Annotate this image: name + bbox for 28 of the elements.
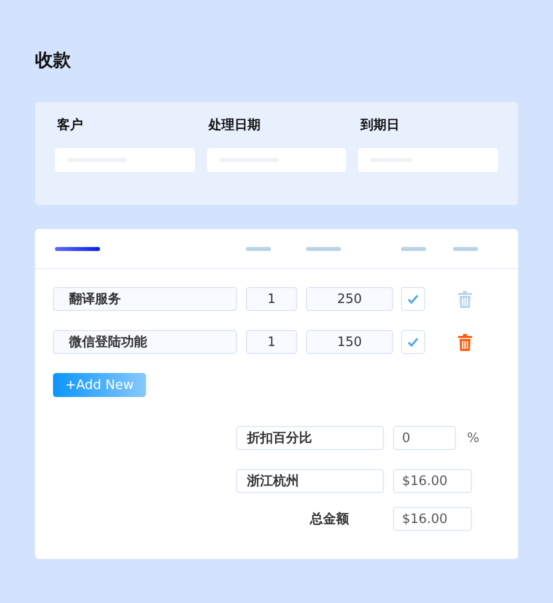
- discount-field[interactable]: 0: [393, 426, 456, 450]
- checkbox[interactable]: [401, 287, 425, 311]
- tab-indicator: [55, 247, 100, 251]
- tax-region-field[interactable]: 浙江杭州: [236, 469, 384, 493]
- column-header-bar: [453, 247, 478, 251]
- field-label: 处理日期: [207, 117, 262, 134]
- checkbox[interactable]: [401, 330, 425, 354]
- checkmark-icon: [407, 294, 419, 304]
- discount-label-field[interactable]: 折扣百分比: [236, 426, 384, 450]
- total-amount-field[interactable]: $16.00: [393, 507, 472, 531]
- tax-amount-field[interactable]: $16.00: [393, 469, 472, 493]
- column-header-bar: [306, 247, 341, 251]
- price-field[interactable]: 250: [306, 287, 393, 311]
- trash-icon[interactable]: [458, 290, 472, 308]
- item-name-field[interactable]: 翻译服务: [53, 287, 237, 311]
- quantity-field[interactable]: 1: [246, 330, 297, 354]
- total-label: 总金额: [310, 510, 349, 528]
- column-header-bar: [401, 247, 426, 251]
- price-field[interactable]: 150: [306, 330, 393, 354]
- quantity-field[interactable]: 1: [246, 287, 297, 311]
- trash-icon[interactable]: [458, 334, 472, 350]
- page-title: 收款: [35, 50, 71, 72]
- field-label: 到期日: [359, 117, 400, 134]
- item-name-field[interactable]: 微信登陆功能: [53, 330, 237, 354]
- percent-unit: %: [467, 430, 480, 446]
- column-header-bar: [246, 247, 271, 251]
- field-label: 客户: [56, 116, 84, 134]
- checkmark-icon: [407, 337, 419, 347]
